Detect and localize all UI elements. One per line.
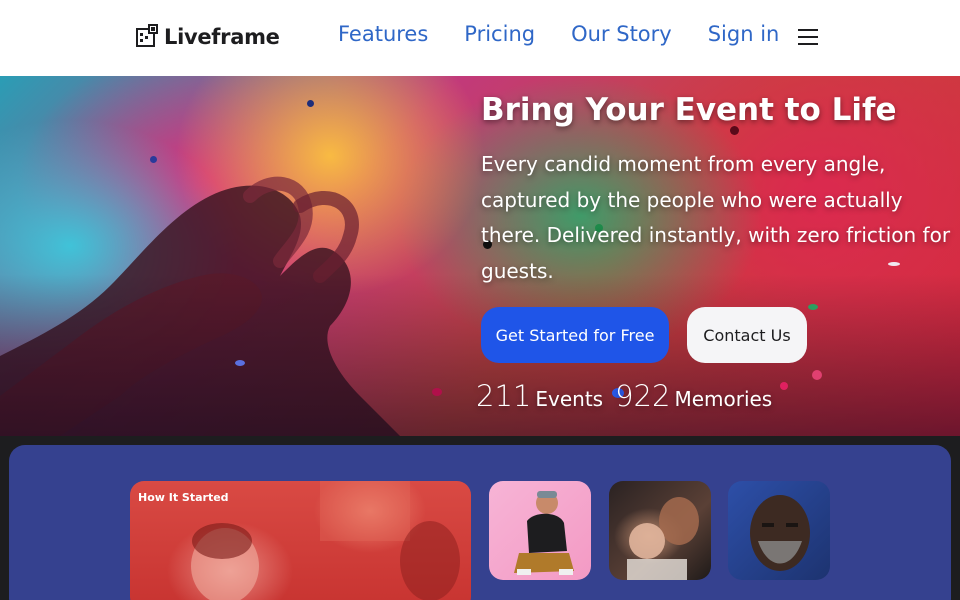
gallery-thumb-2[interactable] bbox=[609, 481, 711, 580]
confetti bbox=[307, 100, 314, 107]
top-nav: Liveframe Features Pricing Our Story Sig… bbox=[0, 0, 960, 76]
nav-link-features[interactable]: Features bbox=[338, 22, 428, 46]
menu-icon[interactable] bbox=[798, 29, 818, 47]
brand-name: Liveframe bbox=[164, 25, 280, 49]
person-photo bbox=[514, 491, 574, 575]
gallery-thumb-1[interactable] bbox=[489, 481, 591, 580]
hero-subtitle: Every candid moment from every angle, ca… bbox=[481, 152, 951, 283]
nav-links: Features Pricing Our Story Sign in bbox=[338, 22, 815, 46]
logo-icon bbox=[136, 24, 158, 47]
brand-logo[interactable]: Liveframe bbox=[136, 24, 280, 50]
hero-title: Bring Your Event to Life bbox=[481, 92, 897, 128]
memories-label: Memories bbox=[674, 387, 773, 411]
hero-section: Bring Your Event to Life Every candid mo… bbox=[0, 76, 960, 436]
confetti bbox=[808, 304, 818, 310]
confetti bbox=[150, 156, 157, 163]
memories-count: 922 bbox=[615, 379, 671, 413]
get-started-button[interactable]: Get Started for Free bbox=[481, 307, 669, 363]
portrait-photo bbox=[750, 495, 810, 571]
events-count: 211 bbox=[476, 379, 532, 413]
contact-us-button[interactable]: Contact Us bbox=[687, 307, 807, 363]
events-label: Events bbox=[535, 387, 604, 411]
story-photo bbox=[191, 481, 460, 600]
confetti bbox=[432, 388, 442, 396]
confetti bbox=[812, 370, 822, 380]
nav-link-pricing[interactable]: Pricing bbox=[464, 22, 535, 46]
hero-stats: 211 Events 922 Memories bbox=[476, 379, 784, 413]
nav-link-sign-in[interactable]: Sign in bbox=[708, 22, 780, 46]
confetti bbox=[235, 360, 245, 366]
family-photo bbox=[627, 497, 699, 580]
nav-link-our-story[interactable]: Our Story bbox=[571, 22, 672, 46]
story-card[interactable]: How It Started bbox=[130, 481, 471, 600]
gallery-thumb-3[interactable] bbox=[728, 481, 830, 580]
